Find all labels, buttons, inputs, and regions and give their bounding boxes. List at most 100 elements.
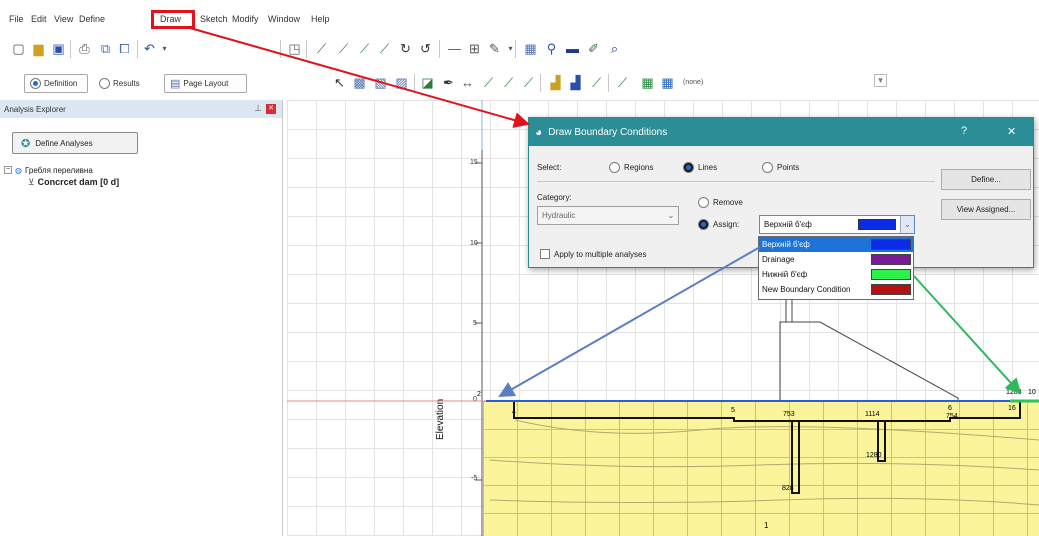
tree-root-label: Гребля переливна — [24, 165, 93, 175]
toolbar-separator — [515, 40, 516, 58]
copy-icon[interactable]: ⧉ — [97, 40, 114, 57]
new-file-icon[interactable]: ▢ — [10, 40, 27, 57]
toolbar-separator — [306, 40, 307, 58]
save-icon[interactable]: ▣ — [50, 40, 67, 57]
definition-mode-button[interactable]: Definition — [24, 74, 88, 93]
assign-radio-icon — [698, 219, 709, 230]
definition-label: Definition — [44, 79, 78, 88]
toolbar-separator — [439, 40, 440, 58]
lines-radio[interactable]: Lines — [683, 162, 717, 173]
results-mode-button[interactable]: Results — [93, 74, 153, 93]
sketch-region-icon[interactable]: ◳ — [286, 40, 303, 57]
page-layout-button[interactable]: ▤ Page Layout — [164, 74, 247, 93]
water-table-icon[interactable]: ▟ — [547, 74, 564, 91]
draw-boundary-icon[interactable]: ⟋ — [313, 40, 330, 57]
tick-label-minus5: -5 — [471, 475, 478, 482]
menu-file[interactable]: File — [9, 14, 24, 24]
pore-pressure-icon[interactable]: ▟ — [567, 74, 584, 91]
pin-icon[interactable]: ⊥ — [254, 103, 262, 114]
pen-icon[interactable]: ✎ — [486, 40, 503, 57]
assign-combo[interactable]: Верхній б'єф ⌄ — [759, 215, 915, 234]
menu-help[interactable]: Help — [311, 14, 330, 24]
menu-sketch[interactable]: Sketch — [200, 14, 228, 24]
print-icon[interactable]: ⎙ — [76, 40, 93, 57]
grid-icon[interactable]: ⊞ — [466, 40, 483, 57]
analysis-icon: ⊻ — [28, 176, 35, 187]
apply-multiple-checkbox[interactable]: Apply to multiple analyses — [540, 249, 647, 259]
pen-dropdown-icon[interactable]: ▾ — [502, 40, 519, 57]
close-icon[interactable]: ✕ — [266, 104, 276, 114]
materials-icon[interactable]: ⚲ — [543, 40, 560, 57]
select-label: Select: — [537, 163, 562, 172]
tree-child-item[interactable]: ⊻ Concrcet dam [0 d] — [4, 176, 119, 188]
boundary-c-icon[interactable]: ⟋ — [520, 74, 537, 91]
option-color-swatch — [871, 254, 911, 265]
dropdown-option[interactable]: New Boundary Condition — [759, 282, 913, 297]
rotate-back-icon[interactable]: ↺ — [417, 40, 434, 57]
menu-define[interactable]: Define — [79, 14, 105, 24]
chart-icon[interactable]: ▦ — [522, 40, 539, 57]
undo-dropdown-icon[interactable]: ▾ — [156, 40, 173, 57]
close-button[interactable]: ✕ — [1007, 125, 1016, 138]
line-tool-icon[interactable]: — — [446, 40, 463, 57]
pointer-icon[interactable]: ↖ — [331, 74, 348, 91]
category-combo[interactable]: Hydraulic ⌄ — [537, 206, 679, 225]
layers-icon[interactable]: ▦ — [659, 74, 676, 91]
define-analyses-button[interactable]: ✪ Define Analyses — [12, 132, 138, 154]
materials-color-icon[interactable]: ▦ — [639, 74, 656, 91]
explorer-title: Analysis Explorer — [4, 104, 66, 114]
dialog-title-bar[interactable]: ◕ Draw Boundary Conditions ? ✕ — [529, 118, 1033, 146]
monitor-icon[interactable]: ▬ — [564, 40, 581, 57]
draw-pen-icon[interactable]: ✒ — [440, 74, 457, 91]
menu-edit[interactable]: Edit — [31, 14, 47, 24]
menu-bar: File Edit View Define Draw Sketch Modify… — [0, 0, 1039, 30]
collapse-icon[interactable]: − — [4, 166, 12, 174]
draw-boundary-4-icon[interactable]: ⟋ — [376, 40, 393, 57]
assign-radio[interactable]: Assign: — [698, 219, 739, 230]
define-analyses-label: Define Analyses — [35, 138, 93, 148]
open-folder-icon[interactable]: ▆ — [30, 40, 47, 57]
regions-radio[interactable]: Regions — [609, 162, 653, 173]
dropdown-option[interactable]: Верхній б'єф — [759, 237, 913, 252]
paste-icon[interactable]: ⧠ — [116, 40, 133, 57]
dropdown-option-label: Нижній б'єф — [762, 270, 808, 279]
dropdown-option[interactable]: Нижній б'єф — [759, 267, 913, 282]
toolbar-separator — [540, 74, 541, 92]
boundary-b-icon[interactable]: ⟋ — [500, 74, 517, 91]
zoom-objects-icon[interactable]: ▨ — [393, 74, 410, 91]
define-button[interactable]: Define... — [941, 169, 1031, 190]
view-assigned-button[interactable]: View Assigned... — [941, 199, 1031, 220]
help-button[interactable]: ? — [961, 125, 967, 137]
menu-modify[interactable]: Modify — [232, 14, 259, 24]
magnify-icon[interactable]: ⌕ — [606, 40, 623, 57]
rotate-icon[interactable]: ↻ — [397, 40, 414, 57]
toolbar-separator — [280, 40, 281, 58]
flux-section-icon[interactable]: ⟋ — [588, 74, 605, 91]
toolbar-separator — [414, 74, 415, 92]
draw-boundary-3-icon[interactable]: ⟋ — [356, 40, 373, 57]
remove-radio[interactable]: Remove — [698, 197, 743, 208]
menu-view[interactable]: View — [54, 14, 73, 24]
category-value: Hydraulic — [542, 211, 576, 220]
sketch-line-icon[interactable]: ⟋ — [614, 74, 631, 91]
draw-mesh-icon[interactable]: ◪ — [419, 74, 436, 91]
toolbar-separator — [70, 40, 71, 58]
property-dropdown-icon[interactable]: ▾ — [874, 74, 887, 87]
menu-window[interactable]: Window — [268, 14, 300, 24]
dimension-icon[interactable]: ↔ — [459, 74, 476, 91]
pencil-icon[interactable]: ✐ — [585, 40, 602, 57]
standard-toolbar: ▢ ▆ ▣ ⎙ ⧉ ⧠ ↶ ▾ ◳ ⟋ ⟋ ⟋ ⟋ ↻ ↺ — ⊞ ✎ ▾ ▦ … — [0, 36, 1039, 62]
tree-root-item[interactable]: − ◍ Гребля переливна — [4, 164, 119, 176]
dropdown-option[interactable]: Drainage — [759, 252, 913, 267]
tick-label-5: 5 — [473, 320, 477, 327]
zoom-page-icon[interactable]: ▧ — [372, 74, 389, 91]
property-selector[interactable]: (none) — [683, 79, 703, 86]
zoom-region-icon[interactable]: ▩ — [351, 74, 368, 91]
points-radio[interactable]: Points — [762, 162, 799, 173]
tree-child-label: Concrcet dam [0 d] — [37, 177, 120, 187]
elevation-axis-label: Elevation — [435, 398, 446, 440]
dropdown-option-label: Drainage — [762, 255, 795, 264]
soil-region[interactable] — [483, 401, 1039, 536]
draw-boundary-2-icon[interactable]: ⟋ — [335, 40, 352, 57]
boundary-a-icon[interactable]: ⟋ — [480, 74, 497, 91]
